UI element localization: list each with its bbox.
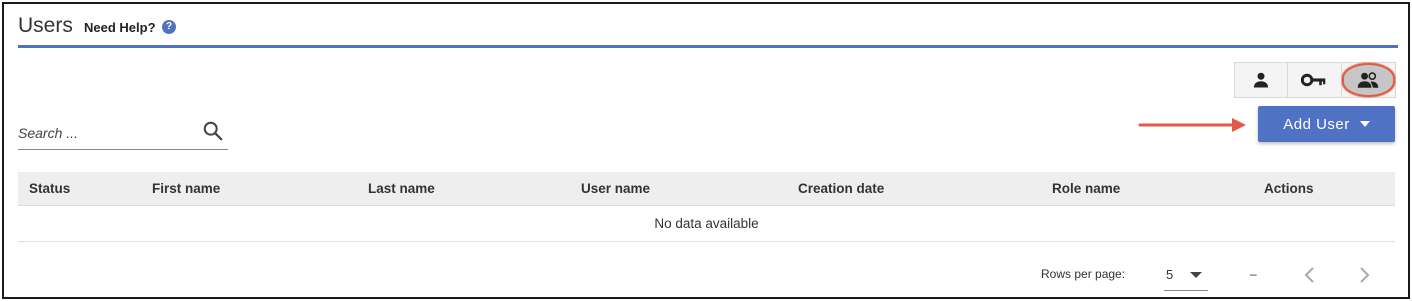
column-header-user-name[interactable]: User name	[581, 181, 650, 196]
need-help-link[interactable]: Need Help?	[84, 20, 156, 35]
chevron-right-icon[interactable]	[1354, 265, 1374, 285]
pagination-bar: Rows per page: 5 –	[4, 259, 1412, 293]
rows-per-page-value: 5	[1166, 267, 1174, 282]
column-header-actions: Actions	[1264, 181, 1314, 196]
chevron-left-icon[interactable]	[1300, 265, 1320, 285]
page-header: Users Need Help? ?	[18, 14, 1398, 48]
annotation-arrow-icon	[1138, 118, 1246, 132]
table-body: No data available	[18, 206, 1395, 242]
page-title: Users	[18, 14, 73, 37]
page-range-text: –	[1250, 267, 1257, 281]
search-box	[18, 116, 228, 150]
add-user-label: Add User	[1283, 115, 1350, 133]
people-icon	[1358, 72, 1379, 88]
users-table: Status First name Last name User name Cr…	[18, 172, 1395, 242]
key-icon	[1301, 73, 1326, 87]
groups-view-button[interactable]	[1341, 63, 1396, 97]
rows-per-page-select[interactable]: 5	[1164, 259, 1208, 291]
column-header-creation-date[interactable]: Creation date	[798, 181, 884, 196]
rows-per-page-label: Rows per page:	[1041, 267, 1126, 281]
column-header-last-name[interactable]: Last name	[368, 181, 435, 196]
chevron-down-icon	[1359, 121, 1370, 127]
person-icon	[1254, 72, 1269, 88]
column-header-first-name[interactable]: First name	[152, 181, 220, 196]
view-toggle-group	[1234, 62, 1396, 98]
search-icon[interactable]	[202, 120, 224, 142]
users-panel: Users Need Help? ? Search ... Add User S…	[2, 2, 1410, 299]
column-header-role-name[interactable]: Role name	[1052, 181, 1120, 196]
permissions-view-button[interactable]	[1288, 63, 1342, 97]
users-view-button[interactable]	[1235, 63, 1289, 97]
help-icon[interactable]: ?	[162, 20, 176, 34]
search-input[interactable]	[18, 122, 188, 144]
add-user-button[interactable]: Add User	[1258, 106, 1395, 142]
chevron-down-icon	[1190, 272, 1202, 278]
table-header: Status First name Last name User name Cr…	[18, 172, 1395, 206]
column-header-status[interactable]: Status	[29, 181, 70, 196]
empty-state-text: No data available	[654, 216, 759, 231]
